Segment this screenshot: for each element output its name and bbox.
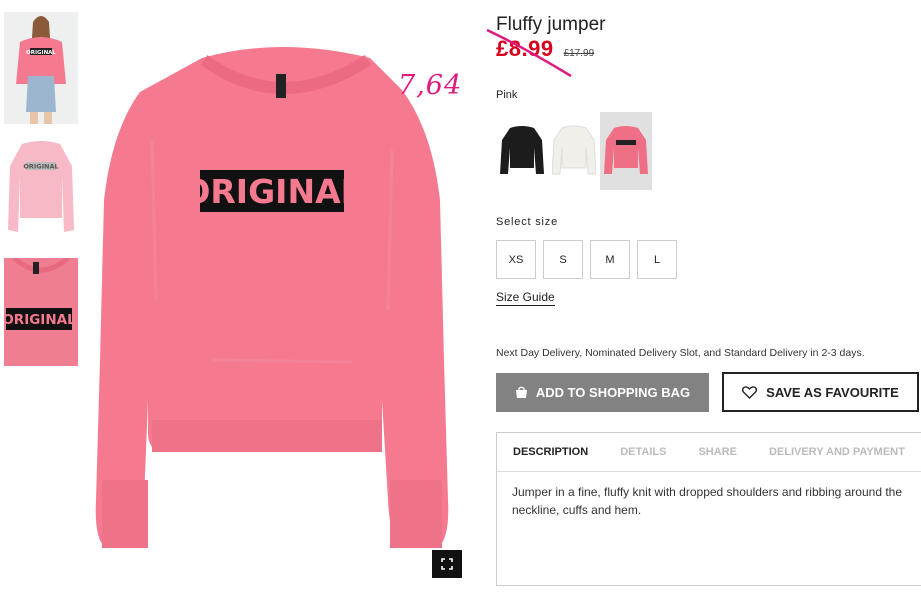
size-guide-link[interactable]: Size Guide — [496, 290, 555, 306]
tab-bar: DESCRIPTION DETAILS SHARE DELIVERY AND P… — [497, 433, 921, 472]
size-m-button[interactable]: M — [590, 240, 630, 279]
thumb3-print-text: ORIGINAL — [4, 312, 76, 328]
original-price: £17.99 — [563, 48, 595, 59]
save-favourite-button[interactable]: SAVE AS FAVOURITE — [722, 372, 919, 412]
expand-icon — [441, 558, 453, 570]
white-sweater-icon — [552, 125, 596, 175]
description-text: Jumper in a fine, fluffy knit with dropp… — [512, 485, 903, 517]
flat-thumbnail-image: ORIGINAL — [4, 136, 78, 240]
color-swatches — [496, 112, 652, 190]
select-size-label: Select size — [496, 216, 558, 228]
price-row: £8.99 £17.99 — [496, 36, 594, 62]
selected-color-label: Pink — [496, 89, 518, 101]
product-title: Fluffy jumper — [496, 14, 606, 35]
size-l-button[interactable]: L — [637, 240, 677, 279]
swatch-white[interactable] — [548, 112, 600, 190]
size-s-button[interactable]: S — [543, 240, 583, 279]
save-favourite-label: SAVE AS FAVOURITE — [766, 384, 899, 400]
sweater-print-text: ORIGINAL — [182, 172, 361, 211]
size-xs-button[interactable]: XS — [496, 240, 536, 279]
thumb1-print-text: ORIGINAL — [26, 50, 56, 56]
heart-icon — [742, 385, 758, 399]
tab-share[interactable]: SHARE — [698, 446, 737, 458]
size-options: XS S M L — [496, 240, 684, 279]
add-to-bag-button[interactable]: ADD TO SHOPPING BAG — [496, 373, 709, 412]
thumb2-print-text: ORIGINAL — [23, 163, 58, 171]
add-to-bag-label: ADD TO SHOPPING BAG — [535, 385, 691, 400]
pink-sweater-icon — [604, 126, 648, 174]
thumbnail-detail[interactable]: ORIGINAL — [4, 258, 78, 366]
black-sweater-icon — [500, 126, 544, 174]
thumbnail-flat-back[interactable]: ORIGINAL — [4, 136, 78, 240]
swatch-black[interactable] — [496, 112, 548, 190]
thumbnail-model[interactable]: ORIGINAL — [4, 12, 78, 124]
product-info-tabs: DESCRIPTION DETAILS SHARE DELIVERY AND P… — [496, 432, 921, 586]
tab-delivery-payment[interactable]: DELIVERY AND PAYMENT — [769, 446, 905, 458]
swatch-pink[interactable] — [600, 112, 652, 190]
handwritten-price-annotation: 7,64 — [398, 70, 463, 101]
delivery-info: Next Day Delivery, Nominated Delivery Sl… — [496, 347, 865, 359]
sale-price: £8.99 — [496, 36, 554, 61]
model-thumbnail-image: ORIGINAL — [4, 12, 78, 124]
tab-description[interactable]: DESCRIPTION — [513, 446, 588, 458]
shopping-bag-icon — [515, 386, 527, 398]
tab-details[interactable]: DETAILS — [620, 446, 666, 458]
fullscreen-button[interactable] — [432, 550, 462, 578]
detail-thumbnail-image: ORIGINAL — [4, 258, 78, 366]
